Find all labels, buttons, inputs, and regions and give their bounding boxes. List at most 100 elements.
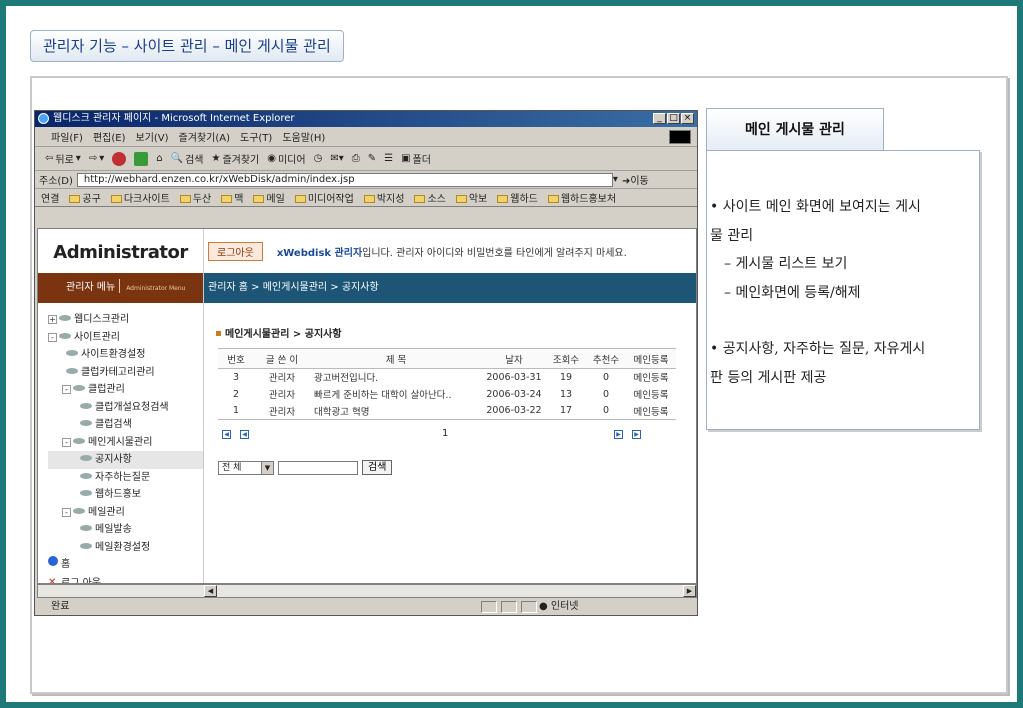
tree-item-label: 사이트환경설정 xyxy=(81,349,146,360)
stop-icon[interactable] xyxy=(112,151,127,166)
tree-item[interactable]: 자주하는질문 xyxy=(48,469,203,487)
status-bar: 완료 ● 인터넷 xyxy=(35,599,697,615)
address-input[interactable]: http://webhard.enzen.co.kr/xWebDisk/admi… xyxy=(76,172,613,187)
tree-item[interactable]: - 메일관리 xyxy=(48,504,203,522)
link-item[interactable]: 박지성 xyxy=(363,190,404,205)
notice-table: 번호 글 쓴 이 제 목 날자 조회수 추천수 메인등록 3 관리자 광고버전입… xyxy=(218,348,676,420)
link-item[interactable]: 메일 xyxy=(253,190,285,205)
discuss-icon[interactable]: ☰ xyxy=(384,153,393,164)
folder-icon xyxy=(179,195,191,203)
favorites-button[interactable]: ★ 즐겨찾기 xyxy=(211,151,259,166)
tree-item[interactable]: - 메인게시물관리 xyxy=(48,434,203,452)
logout-button[interactable]: 로그아웃 xyxy=(208,241,263,261)
maximize-icon[interactable]: □ xyxy=(667,113,680,124)
forward-button[interactable]: ⇨ ▾ xyxy=(89,153,104,164)
tree-item[interactable]: 클럽카테고리관리 xyxy=(48,364,203,382)
tree-item-label: 메일환경설정 xyxy=(95,541,151,553)
tree-item-label: 메일관리 xyxy=(88,506,125,518)
media-button[interactable]: ◉ 미디어 xyxy=(267,151,305,166)
prev-page-icon[interactable]: ◀ xyxy=(240,430,249,439)
search-row: 전 체 ▼ 검색 xyxy=(218,460,696,475)
tree-node-icon xyxy=(80,490,92,496)
tree-item[interactable]: 메일환경설정 xyxy=(48,539,203,557)
tree-item[interactable]: ✕ 로그 아웃 xyxy=(48,574,203,584)
edit-icon[interactable]: ✎ xyxy=(368,153,376,164)
close-icon[interactable]: × xyxy=(681,113,694,124)
post-title-link[interactable]: 대학광고 혁명 xyxy=(310,402,482,420)
address-dropdown-icon[interactable]: ▾ xyxy=(613,174,618,185)
address-label: 주소(D) xyxy=(39,176,73,187)
collapse-icon[interactable]: - xyxy=(62,437,71,447)
search-scope-select[interactable]: 전 체 ▼ xyxy=(218,460,274,475)
scroll-left-icon[interactable]: ◀ xyxy=(204,585,217,597)
col-header-date: 날자 xyxy=(482,348,546,369)
expand-icon[interactable]: + xyxy=(48,315,57,324)
tree-item[interactable]: 공지사항 xyxy=(48,451,203,469)
horizontal-scrollbar[interactable]: ◀ ▶ xyxy=(37,584,697,598)
collapse-icon[interactable]: - xyxy=(62,385,71,394)
main-register-link[interactable]: 메인등록 xyxy=(626,369,676,386)
tree-item[interactable]: 클럽개설요청검색 xyxy=(48,399,203,417)
tree-item[interactable]: + 웹디스크관리 xyxy=(48,311,203,329)
main-register-link[interactable]: 메인등록 xyxy=(626,402,676,420)
minimize-icon[interactable]: _ xyxy=(653,113,666,124)
go-button[interactable]: ➜이동 xyxy=(622,172,649,187)
col-header-writer: 글 쓴 이 xyxy=(254,348,310,369)
collapse-icon[interactable]: - xyxy=(48,332,57,342)
tree-item[interactable]: 메일발송 xyxy=(48,521,203,539)
menu-favorites[interactable]: 즐겨찾기(A) xyxy=(179,129,230,144)
link-item[interactable]: 맥 xyxy=(221,190,243,205)
window-titlebar: 웹디스크 관리자 페이지 - Microsoft Internet Explor… xyxy=(35,111,697,127)
print-icon[interactable]: ⎙ xyxy=(352,153,360,164)
link-item[interactable]: 다크사이트 xyxy=(110,190,170,205)
search-button[interactable]: 🔍 검색 xyxy=(171,151,204,166)
post-title-link[interactable]: 빠르게 준비하는 대학이 살아난다.. xyxy=(310,386,482,403)
history-icon[interactable]: ◷ xyxy=(314,153,323,164)
link-item[interactable]: 공구 xyxy=(69,190,101,205)
home-icon[interactable]: ⌂ xyxy=(156,153,162,164)
menu-help[interactable]: 도움말(H) xyxy=(282,129,325,144)
tree-item[interactable]: 홈 xyxy=(48,556,203,574)
folder-button[interactable]: ▣ 폴더 xyxy=(401,151,431,166)
menu-file[interactable]: 파일(F) xyxy=(51,129,83,144)
last-page-icon[interactable]: ▶ xyxy=(632,430,641,439)
col-header-recommend: 추천수 xyxy=(586,348,626,369)
back-button[interactable]: ⇦ 뒤로 ▾ xyxy=(45,151,81,166)
folder-icon xyxy=(497,195,509,203)
current-page[interactable]: 1 xyxy=(442,428,448,439)
tree-item[interactable]: 웹하드홍보 xyxy=(48,486,203,504)
post-title-link[interactable]: 광고버전입니다. xyxy=(310,369,482,386)
tree-item-label: 웹디스크관리 xyxy=(74,314,130,325)
tree-node-icon xyxy=(73,437,85,444)
collapse-icon[interactable]: - xyxy=(62,507,71,517)
tree-item-label: 공지사항 xyxy=(95,454,132,465)
toolbar: ⇦ 뒤로 ▾ ⇨ ▾ ⌂ 🔍 검색 ★ 즐겨찾기 ◉ 미디어 ◷ ✉▾ ⎙ ✎ ☰ ▣ 폴… xyxy=(35,147,697,171)
menu-tools[interactable]: 도구(T) xyxy=(240,129,272,144)
mail-icon[interactable]: ✉▾ xyxy=(330,153,343,164)
slide-title: 관리자 기능 – 사이트 관리 – 메인 게시물 관리 xyxy=(30,30,344,62)
tree-item[interactable]: 클럽검색 xyxy=(48,416,203,434)
menu-view[interactable]: 보기(V) xyxy=(136,129,169,144)
folder-icon xyxy=(547,195,559,203)
first-page-icon[interactable]: ◀ xyxy=(222,430,231,439)
scroll-right-icon[interactable]: ▶ xyxy=(683,585,696,597)
search-input[interactable] xyxy=(278,460,358,475)
link-item[interactable]: 소스 xyxy=(414,190,446,205)
folder-icon xyxy=(253,195,265,203)
menu-edit[interactable]: 편집(E) xyxy=(93,129,126,144)
tree-item[interactable]: - 클럽관리 xyxy=(48,381,203,399)
main-register-link[interactable]: 메인등록 xyxy=(626,386,676,403)
link-item[interactable]: 웹하드 xyxy=(497,190,538,205)
link-item[interactable]: 웹하드홍보처 xyxy=(547,190,616,205)
link-item[interactable]: 두산 xyxy=(179,190,211,205)
next-page-icon[interactable]: ▶ xyxy=(614,430,623,439)
tree-item[interactable]: - 사이트관리 xyxy=(48,329,203,347)
search-button[interactable]: 검색 xyxy=(362,460,393,475)
tree-item-label: 메인게시물관리 xyxy=(88,436,153,448)
tree-node-icon xyxy=(80,420,92,426)
link-item[interactable]: 악보 xyxy=(455,190,487,205)
refresh-icon[interactable] xyxy=(134,151,149,166)
link-item[interactable]: 미디어작업 xyxy=(294,190,354,205)
tree-item[interactable]: 사이트환경설정 xyxy=(48,346,203,364)
admin-main: 로그아웃 xWebdisk 관리자입니다. 관리자 아이디와 비밀번호를 타인에… xyxy=(204,229,696,583)
